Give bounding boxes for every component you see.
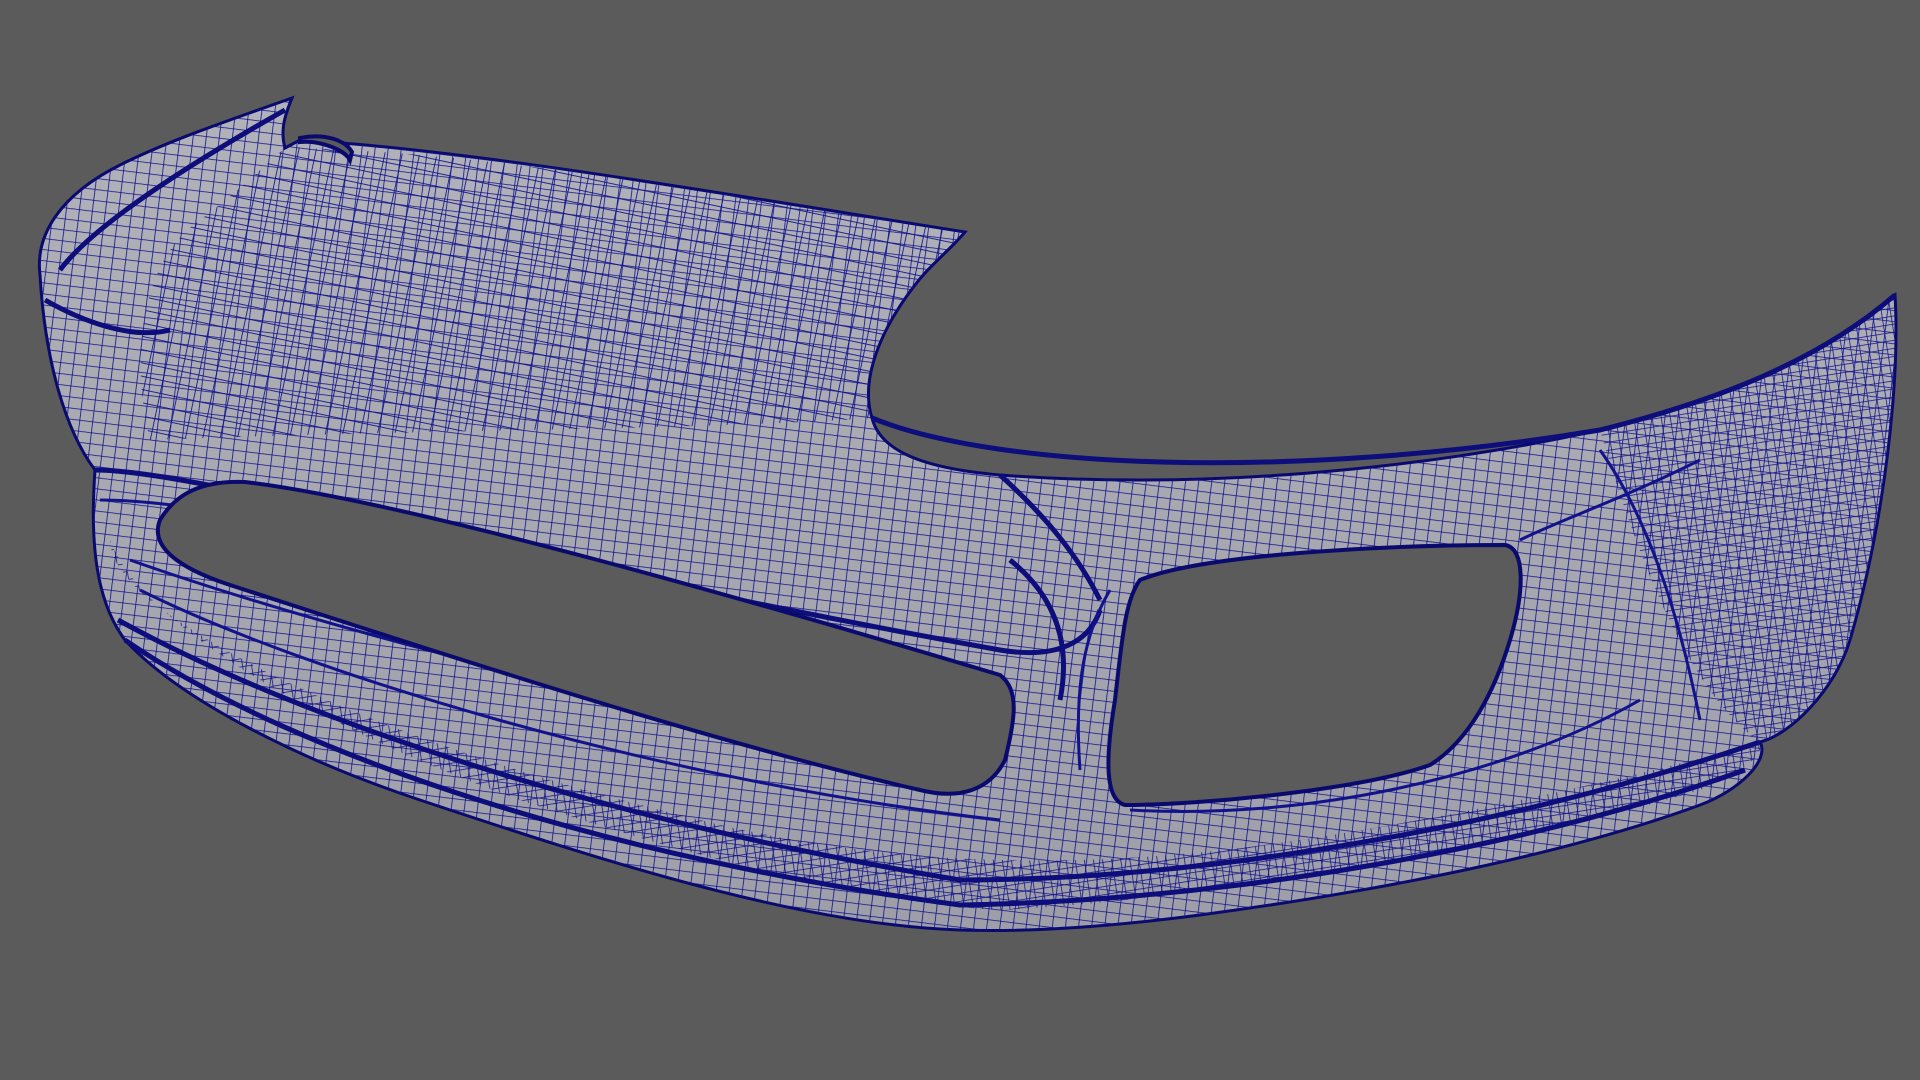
hood-wireframe xyxy=(140,148,965,440)
3d-viewport[interactable] xyxy=(0,0,1920,1080)
bumper-model[interactable] xyxy=(0,0,1920,1080)
